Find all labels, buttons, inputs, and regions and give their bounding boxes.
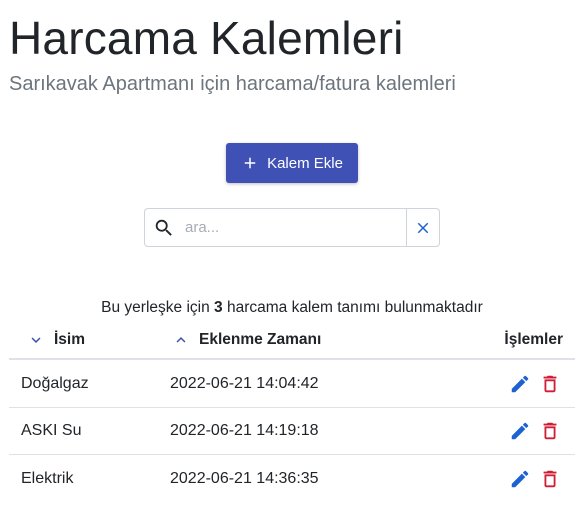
chevron-up-icon: [172, 331, 190, 349]
edit-button[interactable]: [509, 372, 531, 396]
add-item-button[interactable]: Kalem Ekle: [226, 143, 358, 183]
row-added: 2022-06-21 14:04:42: [170, 374, 319, 392]
trash-icon: [539, 420, 561, 442]
summary-count: 3: [214, 299, 223, 316]
row-added: 2022-06-21 14:19:18: [170, 422, 319, 439]
pencil-icon: [509, 468, 531, 490]
table-row: Elektrik 2022-06-21 14:36:35: [9, 455, 575, 503]
row-actions: [509, 455, 561, 502]
search-icon: [145, 209, 183, 246]
table-header: İsim Eklenme Zamanı İşlemler: [9, 322, 575, 360]
summary-text: Bu yerleşke için 3 harcama kalem tanımı …: [0, 297, 580, 319]
column-label-name: İsim: [54, 331, 86, 348]
row-actions: [509, 360, 561, 407]
trash-icon: [539, 373, 561, 395]
column-label-added: Eklenme Zamanı: [199, 331, 322, 348]
plus-icon: [241, 154, 259, 172]
column-header-actions: İşlemler: [504, 322, 563, 358]
close-icon: [414, 219, 432, 237]
add-item-label: Kalem Ekle: [267, 154, 343, 172]
summary-suffix: harcama kalem tanımı bulunmaktadır: [226, 299, 483, 316]
search-group: [144, 208, 440, 247]
summary-prefix: Bu yerleşke için: [101, 299, 210, 316]
delete-button[interactable]: [539, 467, 561, 491]
table-row: ASKI Su 2022-06-21 14:19:18: [9, 408, 575, 455]
row-name: Doğalgaz: [21, 374, 89, 392]
items-table: İsim Eklenme Zamanı İşlemler Doğalgaz 20…: [9, 322, 575, 503]
chevron-down-icon: [27, 331, 45, 349]
row-name: Elektrik: [21, 469, 74, 487]
edit-button[interactable]: [509, 419, 531, 443]
delete-button[interactable]: [539, 372, 561, 396]
page: Harcama Kalemleri Sarıkavak Apartmanı iç…: [0, 0, 580, 515]
clear-search-button[interactable]: [406, 209, 439, 246]
search-input[interactable]: [183, 209, 406, 246]
pencil-icon: [509, 373, 531, 395]
column-label-actions: İşlemler: [504, 331, 563, 348]
page-title: Harcama Kalemleri: [9, 12, 404, 64]
trash-icon: [539, 468, 561, 490]
delete-button[interactable]: [539, 419, 561, 443]
row-added: 2022-06-21 14:36:35: [170, 469, 319, 487]
row-actions: [509, 408, 561, 455]
column-header-added[interactable]: Eklenme Zamanı: [172, 322, 321, 358]
row-name: ASKI Su: [21, 422, 82, 439]
column-header-name[interactable]: İsim: [27, 322, 85, 358]
edit-button[interactable]: [509, 467, 531, 491]
pencil-icon: [509, 420, 531, 442]
page-subtitle: Sarıkavak Apartmanı için harcama/fatura …: [9, 73, 456, 95]
table-row: Doğalgaz 2022-06-21 14:04:42: [9, 360, 575, 408]
